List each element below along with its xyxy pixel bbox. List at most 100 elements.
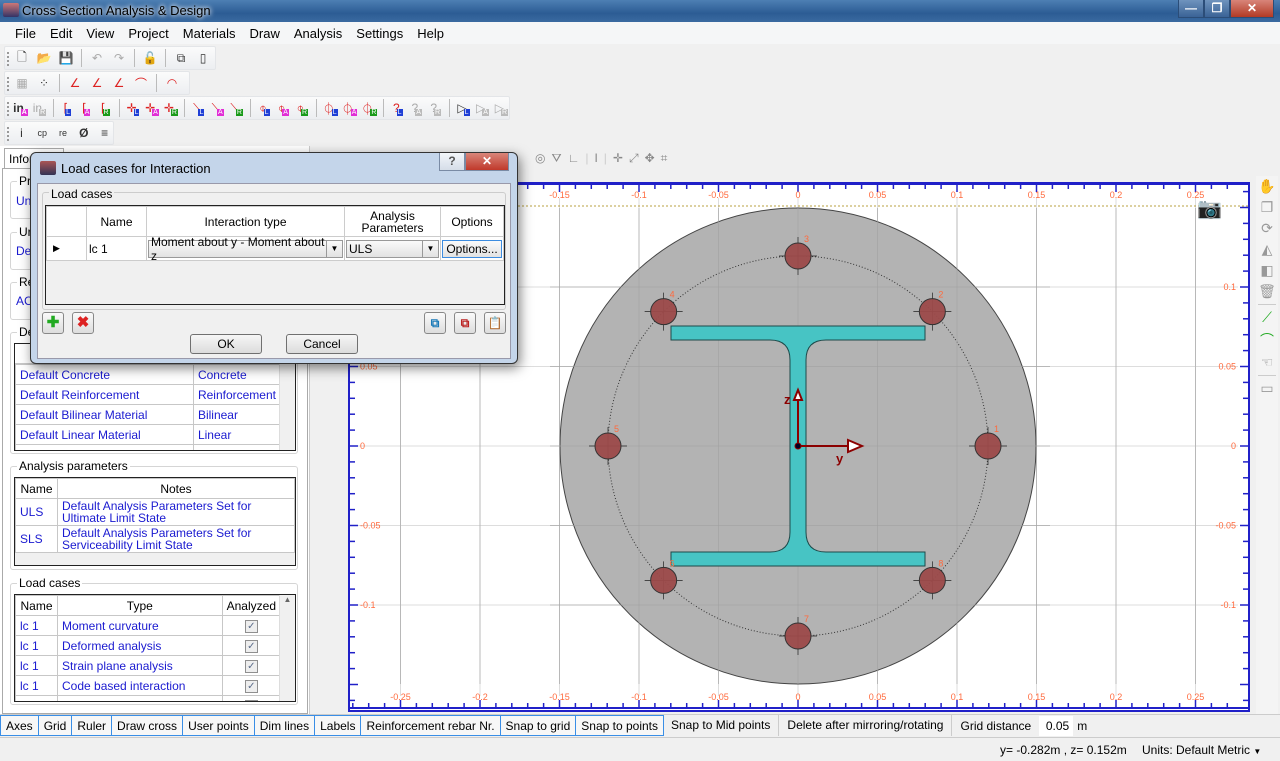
re-doc-icon[interactable]: re (55, 124, 72, 142)
analysis-parameters-select[interactable]: ULS ▼ (346, 239, 439, 258)
toggle-draw-cross[interactable]: Draw cross (111, 715, 184, 736)
save-icon[interactable]: 💾 (57, 49, 75, 67)
menu-view[interactable]: View (79, 22, 121, 44)
deformed-icon[interactable]: ⟍ L (191, 99, 206, 117)
i-beam-icon[interactable]: I (594, 151, 597, 165)
table-row[interactable]: Default Concrete Concrete (15, 364, 282, 385)
menu-file[interactable]: File (8, 22, 43, 44)
camera-icon[interactable]: 📷 (1197, 196, 1222, 221)
close-button[interactable]: ✕ (1230, 0, 1274, 18)
paste-icon[interactable]: 📋 (484, 312, 506, 334)
grid-distance-input[interactable]: 0.05 (1039, 715, 1074, 736)
table-row[interactable]: Default Bilinear Material Bilinear (15, 404, 282, 425)
interaction-icon[interactable]: ⌽ L (257, 99, 272, 117)
dialog-close-button[interactable]: ✕ (465, 153, 509, 171)
report-play-icon[interactable]: ▷ A (475, 99, 490, 117)
minimize-button[interactable]: — (1178, 0, 1204, 18)
maximize-button[interactable]: ❐ (1204, 0, 1230, 18)
input-active-icon[interactable]: in A (13, 99, 28, 117)
help-doc-icon[interactable]: ▯ (194, 49, 212, 67)
mirror-icon[interactable]: ◭ (1262, 241, 1273, 258)
help-button[interactable]: ? (439, 153, 465, 171)
toggle-grid[interactable]: Grid (37, 715, 73, 736)
table-row[interactable]: lc 1 Deformed analysis ✓ (15, 635, 282, 656)
toggle-delete-after-mirror[interactable]: Delete after mirroring/rotating (779, 715, 953, 736)
analyzed-checkbox[interactable]: ✓ (244, 700, 258, 701)
report-play-icon[interactable]: ▷ L (456, 99, 471, 117)
units-dropdown[interactable]: Units: Default Metric ▼ (1142, 743, 1261, 757)
strain-plane-icon[interactable]: ✛ R (163, 99, 178, 117)
analyzed-checkbox[interactable]: ✓ (244, 620, 258, 633)
polyline-points-icon[interactable]: ∠ (110, 74, 128, 92)
load-cases-scrollbar[interactable]: ▲ (279, 595, 295, 701)
load-case-name-cell[interactable]: lc 1 (86, 236, 147, 261)
interaction-2-icon[interactable]: ⏀ R (361, 99, 378, 117)
point-icon[interactable]: ✛ (613, 151, 623, 165)
circle-target-icon[interactable]: ◎ (535, 151, 545, 165)
interaction-icon[interactable]: ⌽ A (276, 99, 291, 117)
diameter-icon[interactable]: Ø (75, 124, 92, 142)
add-load-case-button[interactable]: ✚ (42, 312, 64, 334)
analyzed-checkbox[interactable]: ✓ (244, 660, 258, 673)
report-question-icon[interactable]: ? A (409, 99, 424, 117)
grid-toggle-icon[interactable]: ▦ (13, 74, 31, 92)
table-row[interactable]: Default Linear Material Linear (15, 424, 282, 445)
menu-help[interactable]: Help (410, 22, 451, 44)
interaction-icon[interactable]: ⌽ R (295, 99, 310, 117)
semicircle-icon[interactable]: ◠ (163, 74, 181, 92)
menu-materials[interactable]: Materials (176, 22, 243, 44)
pan-hand-icon[interactable]: ✋ (1258, 178, 1275, 195)
duplicate-icon[interactable]: ⧉ (454, 312, 476, 334)
strain-plane-icon[interactable]: ✛ L (126, 99, 141, 117)
interaction-2-icon[interactable]: ⏀ L (323, 99, 338, 117)
options-button[interactable]: Options... (442, 239, 502, 258)
cp-doc-icon[interactable]: cp (34, 124, 51, 142)
deformed-icon[interactable]: ⟍ R (229, 99, 244, 117)
copy-icon[interactable]: ⧉ (172, 49, 190, 67)
toggle-labels[interactable]: Labels (314, 715, 362, 736)
table-row[interactable]: lc 1 Moment curvature ✓ (15, 615, 282, 636)
toggle-snap-grid[interactable]: Snap to grid (499, 715, 577, 736)
redo-icon[interactable]: ↷ (110, 49, 128, 67)
table-row[interactable]: lc 1 Strain plane analysis ✓ (15, 655, 282, 676)
menu-draw[interactable]: Draw (243, 22, 287, 44)
input-report-icon[interactable]: in R (32, 99, 47, 117)
polyline-icon[interactable]: ∠ (88, 74, 106, 92)
analyzed-checkbox[interactable]: ✓ (244, 680, 258, 693)
polygon-points-icon[interactable]: ⛛ (551, 151, 561, 166)
copy-shape-icon[interactable]: ❐ (1261, 199, 1274, 216)
new-file-icon[interactable]: 🗋 (13, 49, 31, 67)
measure-angle-icon[interactable]: ⌒ (1260, 330, 1274, 350)
menu-settings[interactable]: Settings (349, 22, 410, 44)
move-icon[interactable]: ✥ (645, 151, 655, 165)
menu-project[interactable]: Project (121, 22, 175, 44)
toggle-snap-mid-points[interactable]: Snap to Mid points (663, 715, 780, 736)
corner-icon[interactable]: ∟ (568, 151, 580, 165)
table-row[interactable]: Default Parabolic MaterialParabolic (15, 444, 282, 450)
bounding-box-icon[interactable]: ⌗ (661, 151, 668, 166)
table-row[interactable]: SLS Default Analysis Parameters Set for S… (15, 525, 295, 553)
toggle-snap-points[interactable]: Snap to points (575, 715, 664, 736)
copy-icon[interactable]: ⧉ (424, 312, 446, 334)
interaction-2-icon[interactable]: ⏀ A (342, 99, 358, 117)
table-row[interactable]: lc 1Advanced interaction✓ (15, 695, 282, 701)
lock-icon[interactable]: 🔓 (141, 49, 159, 67)
interaction-type-select[interactable]: Moment about y - Moment about z ▼ (148, 235, 343, 263)
table-row[interactable]: ▶ lc 1 Moment about y - Moment about z ▼ … (46, 235, 504, 263)
row-selector-icon[interactable]: ▶ (46, 236, 87, 261)
moment-curvature-icon[interactable]: ⌈ A (79, 99, 94, 117)
arc-icon[interactable]: ⌒ (132, 74, 150, 92)
table-row[interactable]: ULS Default Analysis Parameters Set for U… (15, 498, 295, 526)
moment-curvature-icon[interactable]: ⌈ R (98, 99, 113, 117)
delete-load-case-button[interactable]: ✖ (72, 312, 94, 334)
hand-pointer-icon[interactable]: ☜ (1261, 354, 1274, 371)
info-icon[interactable]: i (13, 124, 30, 142)
menu-edit[interactable]: Edit (43, 22, 79, 44)
table-row[interactable]: Default Reinforcement Reinforcement (15, 384, 282, 405)
points-toggle-icon[interactable]: ⁘ (35, 74, 53, 92)
report-play-icon[interactable]: ▷ R (494, 99, 509, 117)
open-folder-icon[interactable]: 📂 (35, 49, 53, 67)
analyzed-checkbox[interactable]: ✓ (244, 640, 258, 653)
menu-analysis[interactable]: Analysis (287, 22, 349, 44)
table-row[interactable]: lc 1 Code based interaction ✓ (15, 675, 282, 696)
